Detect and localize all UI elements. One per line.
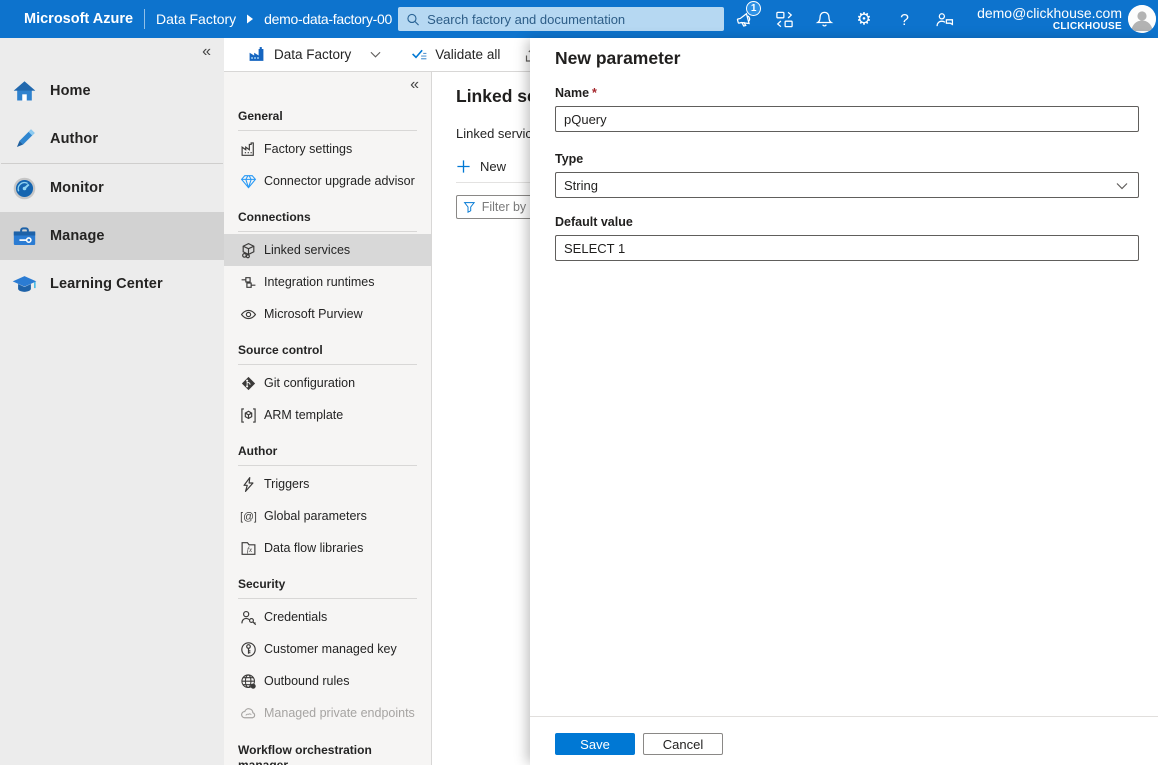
feedback-icon[interactable] (924, 0, 964, 38)
validate-checklist-icon (411, 46, 428, 63)
nav-item-author[interactable]: Author (0, 115, 224, 163)
avatar[interactable] (1128, 5, 1156, 33)
breadcrumb-app[interactable]: Data Factory (156, 11, 236, 27)
section-connections: Connections (238, 205, 417, 229)
hub-item-git-configuration[interactable]: Git configuration (224, 367, 431, 399)
breadcrumb-chevron-icon (246, 14, 254, 24)
data-flow-libraries-icon: fx (240, 540, 257, 557)
hub-item-global-parameters[interactable]: [@] Global parameters (224, 500, 431, 532)
search-icon (406, 12, 420, 27)
account-info[interactable]: demo@clickhouse.com CLICKHOUSE (977, 5, 1122, 33)
panel-title: New parameter (555, 48, 1139, 72)
eye-icon (240, 306, 257, 323)
divider (238, 465, 417, 466)
global-search[interactable] (398, 7, 724, 31)
chevron-down-icon[interactable] (370, 51, 381, 58)
funnel-icon (463, 200, 476, 214)
plus-icon (456, 159, 471, 174)
collapse-leftnav-icon[interactable]: « (202, 43, 211, 61)
home-icon (11, 78, 38, 105)
type-label: Type (555, 152, 1139, 168)
account-email: demo@clickhouse.com (977, 5, 1122, 21)
search-input[interactable] (427, 12, 716, 27)
nav-item-learning-center[interactable]: Learning Center (0, 260, 224, 308)
breadcrumb-factory[interactable]: demo-data-factory-00 (264, 11, 398, 27)
section-security: Security (238, 572, 417, 596)
hub-item-linked-services[interactable]: Linked services (224, 234, 431, 266)
help-icon[interactable]: ? (884, 0, 924, 38)
default-value-label: Default value (555, 215, 1139, 231)
topbar-icons: 1 ⚙ ? (724, 0, 964, 38)
cloud-icon (240, 705, 257, 722)
section-workflow-orchestration-manager: Workflow orchestration manager (238, 737, 388, 765)
pencil-icon (11, 126, 38, 153)
hub-item-outbound-rules[interactable]: Outbound rules (224, 665, 431, 697)
factory-icon (248, 46, 265, 63)
new-parameter-panel: New parameter Name* Type String Default … (530, 38, 1158, 765)
factory-switcher-label[interactable]: Data Factory (274, 47, 351, 62)
save-button[interactable]: Save (555, 733, 635, 755)
hub-item-integration-runtimes[interactable]: Integration runtimes (224, 266, 431, 298)
cancel-button[interactable]: Cancel (643, 733, 723, 755)
hub-item-managed-private-endpoints[interactable]: Managed private endpoints (224, 697, 431, 729)
name-label: Name* (555, 86, 1139, 102)
top-bar: Microsoft Azure Data Factory demo-data-f… (0, 0, 1158, 38)
nav-item-monitor[interactable]: Monitor (0, 164, 224, 212)
section-author: Author (238, 439, 417, 463)
factory-settings-icon (240, 141, 257, 158)
settings-gear-icon[interactable]: ⚙ (844, 0, 884, 38)
directory-switch-icon[interactable] (764, 0, 804, 38)
account-tenant: CLICKHOUSE (977, 21, 1122, 33)
arm-template-icon (240, 407, 257, 424)
integration-runtime-icon (240, 274, 257, 291)
svg-text:?: ? (900, 11, 909, 28)
required-asterisk: * (592, 86, 597, 100)
hub-item-triggers[interactable]: Triggers (224, 468, 431, 500)
announcements-icon[interactable]: 1 (724, 0, 764, 38)
announcements-badge: 1 (746, 1, 761, 16)
panel-footer: Save Cancel (530, 716, 1158, 765)
hub-item-credentials[interactable]: Credentials (224, 601, 431, 633)
divider (144, 9, 145, 29)
gauge-icon (11, 175, 38, 202)
diamond-icon (240, 173, 257, 190)
hub-item-factory-settings[interactable]: Factory settings (224, 133, 431, 165)
section-source-control: Source control (238, 338, 417, 362)
divider (238, 598, 417, 599)
lightning-icon (240, 476, 257, 493)
notifications-bell-icon[interactable] (804, 0, 844, 38)
nav-item-manage[interactable]: Manage (0, 212, 224, 260)
microsoft-azure-logo[interactable]: Microsoft Azure (24, 11, 133, 27)
type-select[interactable]: String (555, 172, 1139, 198)
chevron-down-icon (1116, 182, 1128, 190)
azure-data-factory-app: Microsoft Azure Data Factory demo-data-f… (0, 0, 1158, 765)
git-icon (240, 375, 257, 392)
hub-item-microsoft-purview[interactable]: Microsoft Purview (224, 298, 431, 330)
section-general: General (238, 104, 417, 128)
globe-icon (240, 673, 257, 690)
divider (238, 231, 417, 232)
credentials-icon (240, 609, 257, 626)
svg-text:[@]: [@] (240, 511, 257, 523)
left-nav: « Home Author Monitor (0, 38, 224, 765)
validate-all-button[interactable]: Validate all (411, 46, 500, 63)
graduation-cap-icon (11, 271, 38, 298)
divider (238, 130, 417, 131)
svg-text:⚙: ⚙ (857, 10, 872, 30)
name-field[interactable] (555, 106, 1139, 132)
divider (238, 364, 417, 365)
collapse-hub-icon[interactable]: « (410, 76, 419, 94)
managed-key-icon (240, 641, 257, 658)
manage-hub-sidebar: « General Factory settings Connector upg… (224, 72, 432, 765)
hub-item-data-flow-libraries[interactable]: fx Data flow libraries (224, 532, 431, 564)
svg-text:fx: fx (247, 545, 253, 554)
hub-item-customer-managed-key[interactable]: Customer managed key (224, 633, 431, 665)
default-value-field[interactable] (555, 235, 1139, 261)
hub-item-connector-upgrade-advisor[interactable]: Connector upgrade advisor (224, 165, 431, 197)
nav-item-home[interactable]: Home (0, 67, 224, 115)
linked-services-icon (240, 242, 257, 259)
hub-item-arm-template[interactable]: ARM template (224, 399, 431, 431)
toolbox-icon (11, 223, 38, 250)
global-parameters-icon: [@] (240, 508, 257, 525)
